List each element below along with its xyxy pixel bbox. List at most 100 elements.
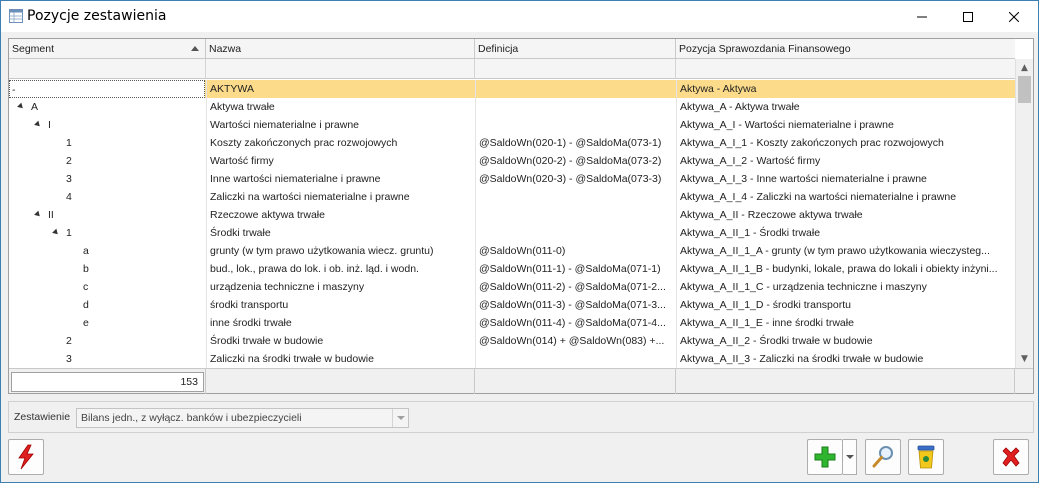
- close-button[interactable]: [993, 439, 1029, 475]
- segment-label: 1: [66, 137, 72, 149]
- cell-pozycja: Aktywa_A_I_4 - Zaliczki na wartości niem…: [676, 188, 1015, 206]
- cell-pozycja: Aktywa_A_II_1_B - budynki, lokale, prawa…: [676, 260, 1015, 278]
- footer-corner: [1015, 368, 1033, 393]
- cell-nazwa: Zaliczki na środki trwałe w budowie: [206, 350, 474, 368]
- filter-row: [9, 59, 1015, 79]
- cell-nazwa: Rzeczowe aktywa trwałe: [206, 206, 474, 224]
- table-row[interactable]: 2 Wartość firmy @SaldoWn(020-2) - @Saldo…: [9, 152, 1015, 170]
- lightning-button[interactable]: [8, 439, 44, 475]
- table-row[interactable]: b bud., lok., prawa do lok. i ob. inż. l…: [9, 260, 1015, 278]
- cell-nazwa: Środki trwałe: [206, 224, 474, 242]
- table-row[interactable]: 4 Zaliczki na wartości niematerialne i p…: [9, 188, 1015, 206]
- filter-pozycja[interactable]: [676, 59, 1015, 79]
- tree-expanded-icon[interactable]: [34, 210, 42, 219]
- segment-label: 2: [66, 335, 72, 347]
- scroll-up-icon[interactable]: ▲: [1016, 59, 1033, 76]
- cell-segment: 2: [9, 332, 205, 350]
- scroll-thumb[interactable]: [1018, 76, 1031, 103]
- table-row[interactable]: a grunty (w tym prawo użytkowania wiecz.…: [9, 242, 1015, 260]
- add-dropdown-arrow[interactable]: [843, 439, 857, 475]
- plus-icon: [814, 446, 836, 468]
- table-row[interactable]: I Wartości niematerialne i prawne Aktywa…: [9, 116, 1015, 134]
- cell-pozycja: Aktywa_A_I - Wartości niematerialne i pr…: [676, 116, 1015, 134]
- minimize-button[interactable]: [899, 1, 945, 32]
- cell-definicja: @SaldoWn(011-2) - @SaldoMa(071-2...: [475, 278, 675, 296]
- cell-definicja: @SaldoWn(020-1) - @SaldoMa(073-1): [475, 134, 675, 152]
- cell-nazwa: AKTYWA: [206, 80, 474, 98]
- table-icon: [9, 9, 23, 23]
- window-title: Pozycje zestawienia: [27, 8, 167, 24]
- footer-definicja: [475, 369, 676, 394]
- title-bar: Pozycje zestawienia: [1, 1, 1038, 32]
- chevron-down-icon[interactable]: [392, 409, 408, 427]
- tree-expanded-icon[interactable]: [52, 228, 60, 237]
- segment-label: d: [83, 299, 89, 311]
- cell-segment: 3: [9, 350, 205, 368]
- column-header-pozycja[interactable]: Pozycja Sprawozdania Finansowego: [676, 39, 1015, 59]
- column-header-nazwa[interactable]: Nazwa: [206, 39, 475, 59]
- cell-pozycja: Aktywa_A_II_1_A - grunty (w tym prawo uż…: [676, 242, 1015, 260]
- cell-nazwa: Zaliczki na wartości niematerialne i pra…: [206, 188, 474, 206]
- maximize-button[interactable]: [945, 1, 991, 32]
- table-row[interactable]: 3 Zaliczki na środki trwałe w budowie Ak…: [9, 350, 1015, 368]
- vertical-scrollbar[interactable]: ▲ ▼: [1015, 59, 1033, 368]
- table-row[interactable]: 1 Środki trwałe Aktywa_A_II_1 - Środki t…: [9, 224, 1015, 242]
- cell-pozycja: Aktywa_A_I_3 - Inne wartości niematerial…: [676, 170, 1015, 188]
- table-row[interactable]: 2 Środki trwałe w budowie @SaldoWn(014) …: [9, 332, 1015, 350]
- table-row[interactable]: d środki transportu @SaldoWn(011-3) - @S…: [9, 296, 1015, 314]
- edit-button[interactable]: [865, 439, 901, 475]
- cell-pozycja: Aktywa - Aktywa: [676, 80, 1015, 98]
- cell-nazwa: bud., lok., prawa do lok. i ob. inż. ląd…: [206, 260, 474, 278]
- cell-segment: c: [9, 278, 205, 296]
- column-header-segment[interactable]: Segment: [9, 39, 206, 59]
- add-button[interactable]: [807, 439, 843, 475]
- grid-header: Segment Nazwa Definicja Pozycja Sprawozd…: [9, 39, 1015, 59]
- cell-definicja: @SaldoWn(011-4) - @SaldoMa(071-4...: [475, 314, 675, 332]
- record-count: 153: [11, 372, 204, 392]
- table-row[interactable]: 1 Koszty zakończonych prac rozwojowych @…: [9, 134, 1015, 152]
- cell-definicja: [475, 116, 675, 134]
- table-row[interactable]: II Rzeczowe aktywa trwałe Aktywa_A_II - …: [9, 206, 1015, 224]
- scroll-down-icon[interactable]: ▼: [1016, 350, 1033, 367]
- cell-pozycja: Aktywa_A_II_1 - Środki trwałe: [676, 224, 1015, 242]
- cell-definicja: [475, 98, 675, 116]
- cell-pozycja: Aktywa_A_II_2 - Środki trwałe w budowie: [676, 332, 1015, 350]
- zestawienie-select[interactable]: Bilans jedn., z wyłącz. banków i ubezpie…: [76, 408, 409, 428]
- cell-segment: d: [9, 296, 205, 314]
- cell-definicja: [475, 80, 675, 98]
- filter-segment[interactable]: [9, 59, 206, 79]
- segment-label: I: [48, 119, 51, 131]
- cell-nazwa: Aktywa trwałe: [206, 98, 474, 116]
- column-header-definicja[interactable]: Definicja: [475, 39, 676, 59]
- segment-label: 4: [66, 191, 72, 203]
- cell-definicja: @SaldoWn(011-1) - @SaldoMa(071-1): [475, 260, 675, 278]
- close-window-button[interactable]: [991, 1, 1037, 32]
- filter-definicja[interactable]: [475, 59, 676, 79]
- minimize-icon: [917, 16, 927, 17]
- segment-label: 3: [66, 353, 72, 365]
- table-row[interactable]: c urządzenia techniczne i maszyny @Saldo…: [9, 278, 1015, 296]
- tree-expanded-icon[interactable]: [34, 120, 42, 129]
- cell-definicja: [475, 206, 675, 224]
- table-row[interactable]: e inne środki trwałe @SaldoWn(011-4) - @…: [9, 314, 1015, 332]
- table-row[interactable]: 3 Inne wartości niematerialne i prawne @…: [9, 170, 1015, 188]
- filter-nazwa[interactable]: [206, 59, 475, 79]
- zestawienie-panel: Zestawienie Bilans jedn., z wyłącz. bank…: [8, 401, 1034, 433]
- cell-nazwa: środki transportu: [206, 296, 474, 314]
- delete-button[interactable]: [908, 439, 944, 475]
- segment-label: 2: [66, 155, 72, 167]
- cell-segment: 3: [9, 170, 205, 188]
- cell-definicja: [475, 350, 675, 368]
- cell-segment: 1: [9, 134, 205, 152]
- cell-nazwa: Inne wartości niematerialne i prawne: [206, 170, 474, 188]
- grid-rows: - AKTYWA Aktywa - Aktywa A Aktywa trwałe…: [9, 80, 1015, 368]
- sort-ascending-icon: [191, 46, 199, 51]
- tree-expanded-icon[interactable]: [17, 102, 25, 111]
- cell-pozycja: Aktywa_A - Aktywa trwałe: [676, 98, 1015, 116]
- table-row[interactable]: A Aktywa trwałe Aktywa_A - Aktywa trwałe: [9, 98, 1015, 116]
- footer-nazwa: [206, 369, 475, 394]
- zestawienie-label: Zestawienie: [14, 411, 71, 423]
- cell-definicja: @SaldoWn(011-0): [475, 242, 675, 260]
- table-row[interactable]: - AKTYWA Aktywa - Aktywa: [9, 80, 1015, 98]
- cell-segment: e: [9, 314, 205, 332]
